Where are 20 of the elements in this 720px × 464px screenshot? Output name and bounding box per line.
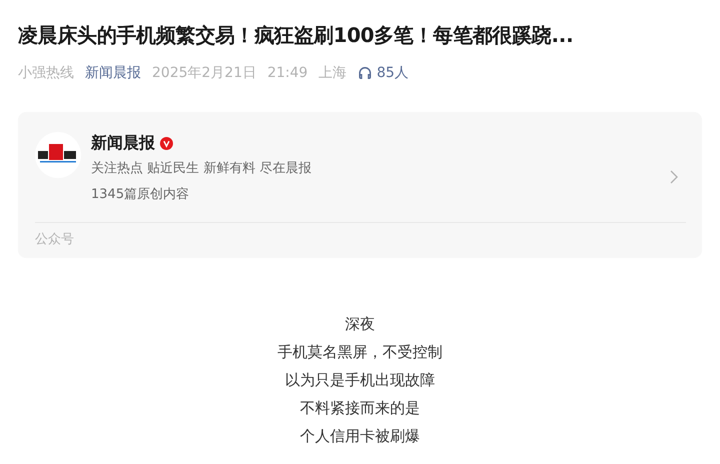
account-name: 新闻晨报 — [91, 132, 155, 154]
body-line: 以为只是手机出现故障 — [285, 370, 435, 391]
account-slogan: 关注热点 贴近民生 新鲜有料 尽在晨报 — [91, 160, 312, 178]
listener-count: 85人 — [376, 64, 409, 82]
account-link[interactable]: 新闻晨报 — [85, 64, 141, 82]
body-line: 手机莫名黑屏，不受控制 — [278, 342, 442, 363]
headphones-icon — [358, 66, 372, 80]
account-type: 公众号 — [35, 231, 75, 249]
chevron-right-icon — [670, 170, 678, 184]
publish-date: 2025年2月21日 — [152, 64, 256, 82]
article-count: 1345篇原创内容 — [91, 186, 190, 204]
article-title: 凌晨床头的手机频繁交易！疯狂盗刷100多笔！每笔都很蹊跷... — [18, 22, 574, 49]
body-line: 个人信用卡被刷爆 — [300, 426, 420, 447]
body-line: 不料紧接而来的是 — [300, 398, 420, 419]
publish-time: 21:49 — [267, 65, 308, 81]
author-name: 小强热线 — [18, 64, 74, 82]
account-card[interactable]: 新闻晨报 关注热点 贴近民生 新鲜有料 尽在晨报 1345篇原创内容 公众号 — [18, 112, 702, 258]
body-line: 深夜 — [345, 314, 375, 335]
account-logo — [35, 132, 81, 178]
location-text: 上海 — [318, 64, 347, 82]
